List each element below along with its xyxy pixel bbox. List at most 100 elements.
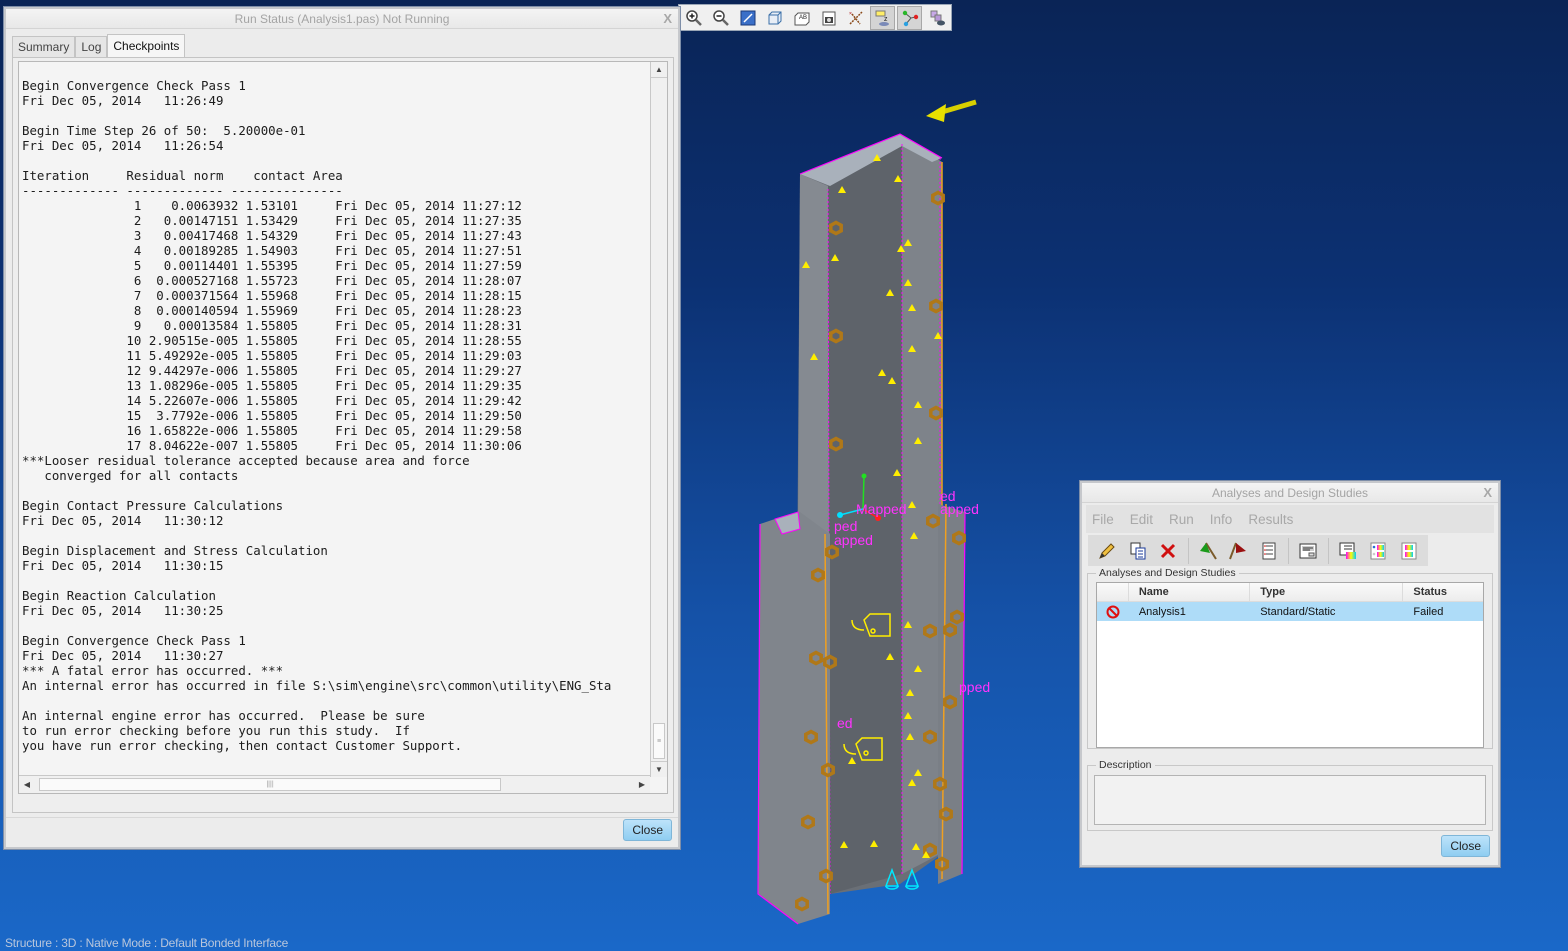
vertical-scrollbar[interactable]: ▲ ≡ ▼ [650,62,667,777]
menu-edit[interactable]: Edit [1130,512,1153,527]
results-window-button[interactable] [1398,539,1421,563]
log-iteration-row: 16 1.65822e-006 1.55805 Fri Dec 05, 2014… [22,423,522,438]
tab-summary[interactable]: Summary [12,36,76,58]
annotation-display-icon: z [875,10,889,26]
analyses-titlebar[interactable]: Analyses and Design Studies X [1082,483,1498,503]
log-iteration-row: 3 0.00417468 1.54329 Fri Dec 05, 2014 11… [22,228,522,243]
appearance-button[interactable] [924,6,949,30]
svg-text:×: × [849,11,852,17]
review-results-button[interactable] [1337,539,1360,563]
stop-run-button[interactable] [1227,539,1250,563]
menu-run[interactable]: Run [1169,512,1194,527]
scroll-down-arrow-icon[interactable]: ▼ [651,761,667,777]
table-row[interactable]: Analysis1 Standard/Static Failed [1097,602,1483,621]
zoom-out-icon [712,9,729,26]
annotation-display-button[interactable]: z [870,5,895,30]
datum-display-button[interactable]: × [843,6,868,30]
vertical-scroll-thumb[interactable]: ≡ [653,723,665,759]
copy-button[interactable] [1127,539,1150,563]
description-field[interactable] [1094,775,1486,825]
horizontal-scrollbar[interactable]: ◀ |||| ▶ [19,775,650,793]
log-iteration-row: 6 0.000527168 1.55723 Fri Dec 05, 2014 1… [22,273,522,288]
results-window-icon [1401,542,1417,559]
column-header-name[interactable]: Name [1129,583,1251,601]
menu-bar: File Edit Run Info Results [1086,505,1494,533]
log-iteration-row: 15 3.7792e-006 1.55805 Fri Dec 05, 2014 … [22,408,522,423]
log-line: An internal engine error has occurred. P… [22,708,425,723]
run-status-icon [1262,542,1276,559]
status-bar: Structure : 3D : Native Mode : Default B… [5,936,289,950]
tab-checkpoints[interactable]: Checkpoints [107,34,186,58]
review-results-icon [1339,542,1356,559]
graphics-toolbar: AB × z [678,4,952,31]
close-button[interactable]: Close [1441,835,1490,857]
description-label: Description [1096,759,1155,771]
3d-viewport[interactable]: Mapped ped apped ed apped ed pped [680,34,1080,944]
toolbar-separator [1288,537,1289,564]
settings-dialog-icon [1299,543,1317,558]
column-header-icon [1097,583,1129,601]
compare-results-button[interactable] [1367,539,1390,563]
delete-icon [1161,543,1176,558]
load-arrow-icon [926,99,977,122]
log-iteration-row: 4 0.00189285 1.54903 Fri Dec 05, 2014 11… [22,243,522,258]
log-iteration-row: 7 0.000371564 1.55968 Fri Dec 05, 2014 1… [22,288,522,303]
menu-results[interactable]: Results [1248,512,1293,527]
studies-group: Analyses and Design Studies Name Type St… [1087,567,1493,749]
failed-icon [1097,605,1129,619]
close-icon[interactable]: X [1483,483,1492,503]
horizontal-scroll-thumb[interactable]: |||| [39,778,501,791]
label-apped-1: apped [834,532,873,548]
scroll-right-arrow-icon[interactable]: ▶ [634,776,650,793]
log-line: Fri Dec 05, 2014 11:30:27 [22,648,224,663]
menu-file[interactable]: File [1092,512,1114,527]
studies-group-label: Analyses and Design Studies [1096,567,1239,579]
scroll-up-arrow-icon[interactable]: ▲ [651,62,667,78]
start-run-button[interactable] [1197,539,1220,563]
analyses-title: Analyses and Design Studies [1211,486,1369,500]
run-status-button[interactable] [1258,539,1281,563]
column-header-type[interactable]: Type [1250,583,1404,601]
refit-button[interactable] [735,6,760,30]
log-iteration-row: 5 0.00114401 1.55395 Fri Dec 05, 2014 11… [22,258,522,273]
appearance-icon [930,10,945,25]
display-style-button[interactable] [762,6,787,30]
log-line: Fri Dec 05, 2014 11:26:49 [22,93,224,108]
scroll-left-arrow-icon[interactable]: ◀ [19,776,35,793]
saved-orientations-icon: AB [794,12,809,25]
log-line: Fri Dec 05, 2014 11:26:54 [22,138,224,153]
refit-icon [740,10,755,25]
edit-button[interactable] [1096,539,1119,563]
log-iteration-row: 2 0.00147151 1.53429 Fri Dec 05, 2014 11… [22,213,522,228]
zoom-in-button[interactable] [681,6,706,30]
log-line: to run error checking before you run thi… [22,723,410,738]
label-ed-2: ed [837,715,853,731]
delete-button[interactable] [1157,539,1180,563]
log-line: Fri Dec 05, 2014 11:30:25 [22,603,224,618]
log-line: converged for all contacts [22,468,239,483]
run-status-tabs: Summary Log Checkpoints [12,34,186,58]
log-line: Begin Displacement and Stress Calculatio… [22,543,328,558]
log-iteration-row: 12 9.44297e-006 1.55805 Fri Dec 05, 2014… [22,363,522,378]
compare-results-icon [1370,542,1386,559]
svg-text:z: z [884,16,888,23]
tab-log[interactable]: Log [75,36,108,58]
settings-dialog-button[interactable] [1297,539,1320,563]
log-iteration-row: 11 5.49292e-005 1.55805 Fri Dec 05, 2014… [22,348,522,363]
zoom-out-button[interactable] [708,6,733,30]
close-button[interactable]: Close [623,819,672,841]
toolbar-separator [1187,537,1189,564]
view-manager-button[interactable] [816,6,841,30]
log-iteration-row: 10 2.90515e-005 1.55805 Fri Dec 05, 2014… [22,333,522,348]
simulation-display-button[interactable] [897,5,922,30]
toolbar-separator [1327,537,1329,564]
log-line: Begin Time Step 26 of 50: 5.20000e-01 [22,123,306,138]
menu-info[interactable]: Info [1210,512,1233,527]
saved-orientations-button[interactable]: AB [789,6,814,30]
close-icon[interactable]: X [663,9,672,29]
column-header-status[interactable]: Status [1403,583,1483,601]
checkpoints-log[interactable]: Begin Convergence Check Pass 1 Fri Dec 05… [18,61,668,794]
log-line: *** A fatal error has occurred. *** [22,663,284,678]
run-status-titlebar[interactable]: Run Status (Analysis1.pas) Not Running X [6,9,678,29]
